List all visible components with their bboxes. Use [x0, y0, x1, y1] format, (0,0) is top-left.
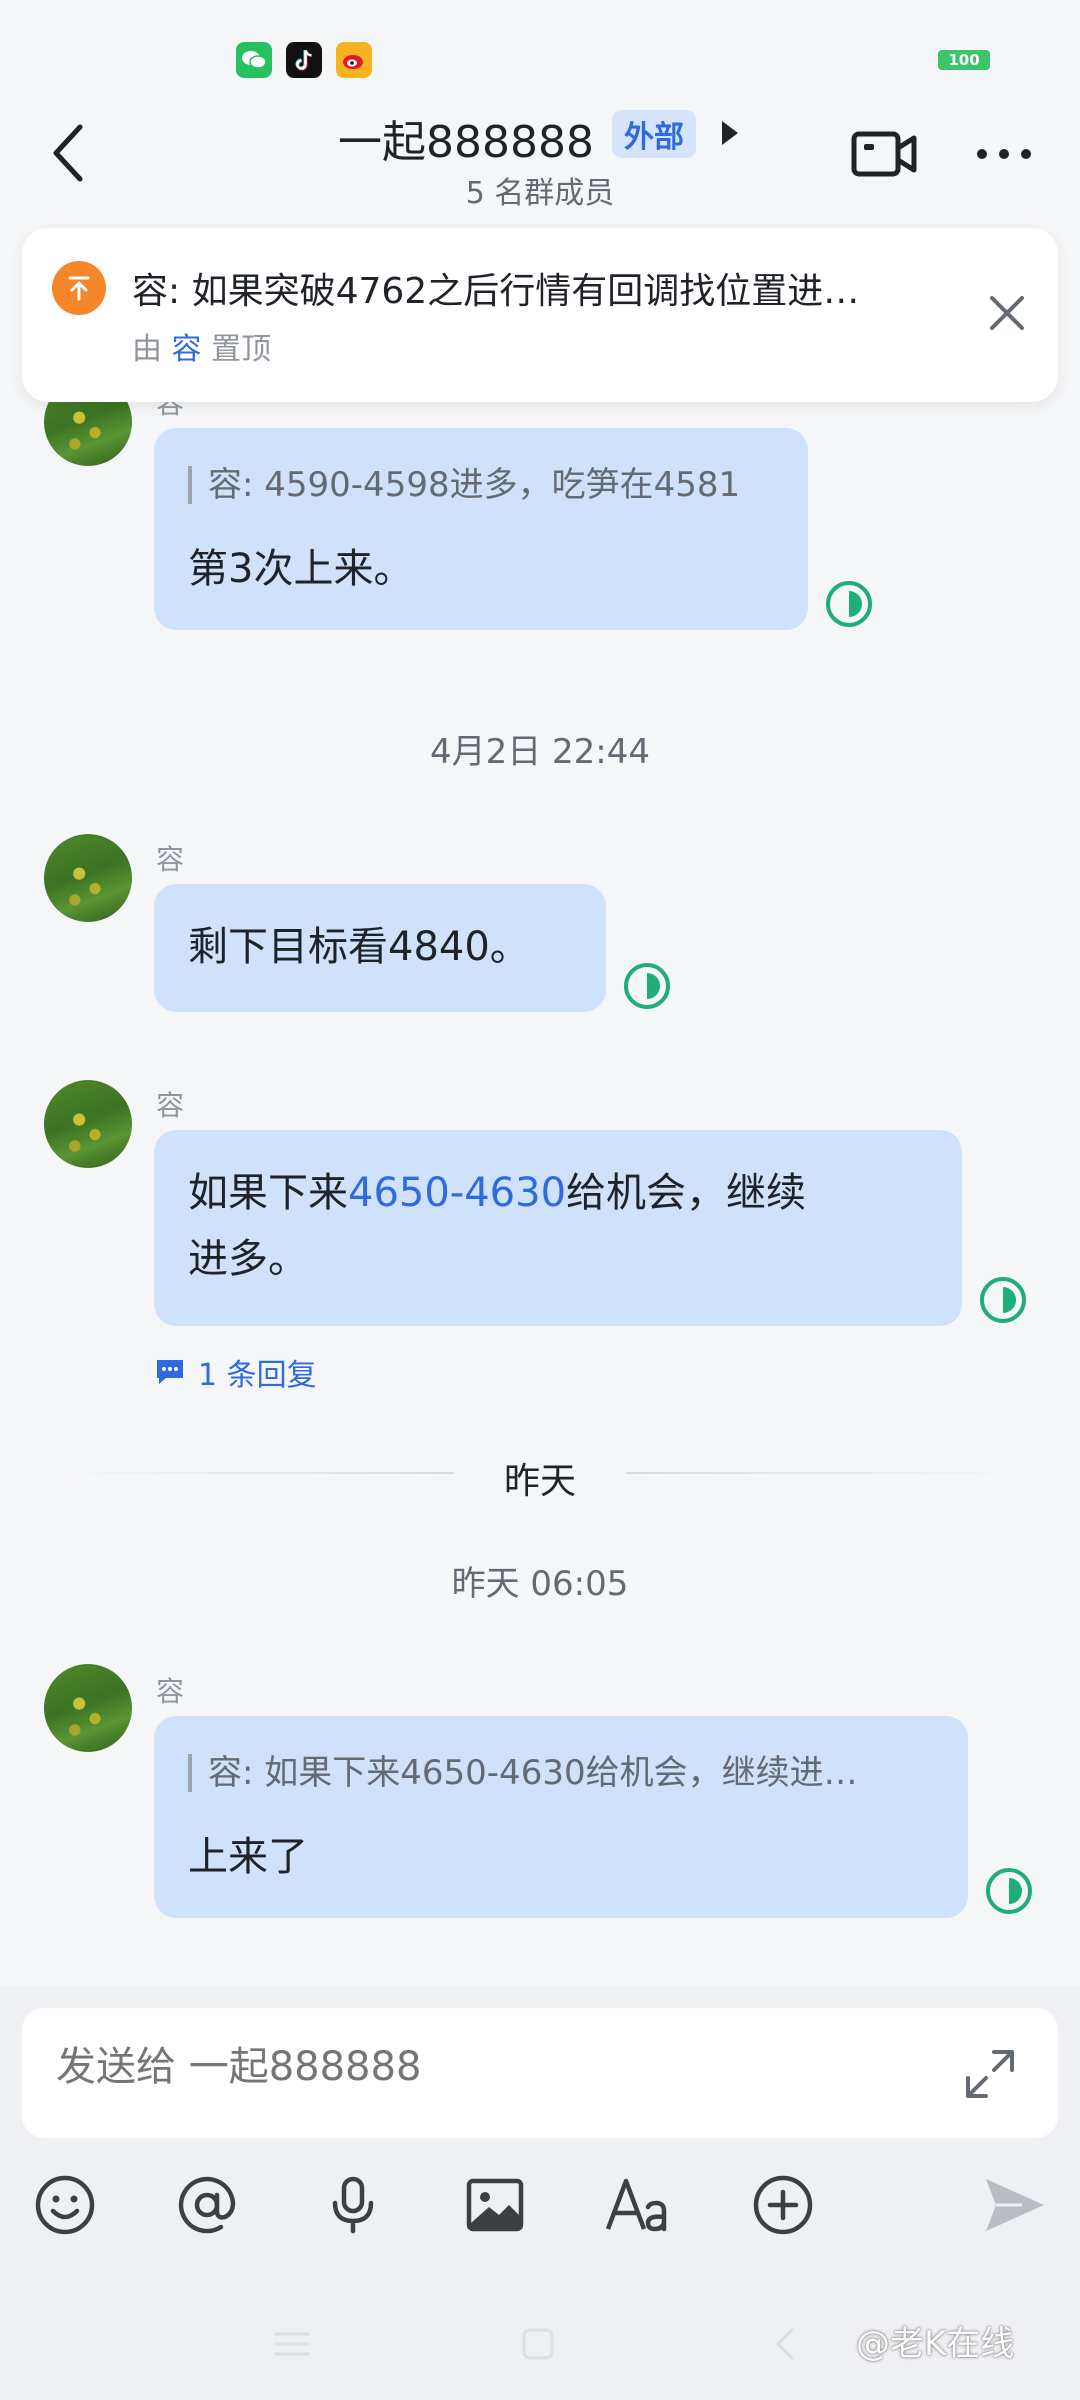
close-icon [990, 296, 1024, 330]
text-format-icon [605, 2178, 667, 2232]
image-button[interactable] [460, 2170, 530, 2240]
message-bubble[interactable]: 容: 4590-4598进多，吃笋在4581 第3次上来。 [154, 428, 808, 630]
message-bubble[interactable]: 剩下目标看4840。 [154, 884, 606, 1012]
caret-right-icon[interactable] [718, 118, 742, 148]
message-text: 第3次上来。 [188, 546, 414, 592]
menu-nav-icon[interactable] [270, 2322, 314, 2366]
video-camera-icon [851, 131, 917, 177]
comment-icon [157, 1360, 183, 1384]
mention-icon [178, 2176, 236, 2234]
battery-indicator: 100 [938, 50, 990, 70]
sender-name: 容 [156, 1089, 185, 1122]
message-text-part: 如果下来 [188, 1170, 348, 1216]
avatar[interactable] [44, 1080, 132, 1168]
read-status-icon[interactable] [978, 1275, 1028, 1325]
date-divider: 昨天 [503, 1461, 576, 1502]
expand-input-button[interactable] [960, 2044, 1020, 2104]
more-horizontal-icon [977, 149, 1031, 159]
sender-name: 容 [156, 843, 185, 876]
read-status-icon[interactable] [984, 1866, 1034, 1916]
timestamp: 昨天 06:05 [451, 1564, 629, 1604]
weibo-icon [336, 42, 372, 78]
video-call-button[interactable] [850, 126, 920, 182]
send-icon [986, 2179, 1044, 2231]
status-bar [0, 0, 1080, 100]
avatar[interactable] [44, 834, 132, 922]
add-icon [753, 2175, 813, 2235]
quoted-message[interactable]: 容: 如果下来4650-4630给机会，继续进… [188, 1754, 858, 1792]
pinned-by-name[interactable]: 容 [172, 332, 202, 367]
message-text: 上来了 [188, 1834, 308, 1880]
send-button[interactable] [980, 2170, 1050, 2240]
avatar[interactable] [44, 1664, 132, 1752]
pin-icon [52, 261, 106, 315]
chat-title[interactable]: 一起888888 [338, 106, 594, 170]
image-icon [466, 2178, 524, 2232]
back-nav-icon[interactable] [764, 2322, 808, 2366]
sender-name: 容 [156, 1675, 185, 1708]
close-pinned-button[interactable] [982, 288, 1032, 338]
more-button[interactable] [972, 126, 1036, 182]
pinned-text: 容: 如果突破4762之后行情有回调找位置进… [132, 271, 860, 312]
message-text: 如果下来4650-4630给机会，继续 进多。 [188, 1160, 806, 1292]
message-link[interactable]: 4650-4630 [348, 1170, 566, 1216]
home-nav-icon[interactable] [516, 2322, 560, 2366]
message-text-part: 给机会，继续 [566, 1170, 807, 1216]
pinned-by: 由 容 置顶 [132, 324, 271, 368]
message-bubble[interactable]: 如果下来4650-4630给机会，继续 进多。 [154, 1130, 962, 1326]
watermark: @老K在线 [856, 2324, 1015, 2364]
pinned-by-suffix: 置顶 [211, 332, 272, 367]
tiktok-icon [286, 42, 322, 78]
text-format-button[interactable] [604, 2170, 674, 2240]
mention-button[interactable] [172, 2170, 242, 2240]
external-badge: 外部 [612, 110, 696, 158]
read-status-icon[interactable] [622, 961, 672, 1011]
thread-reply-link[interactable]: 1 条回复 [154, 1352, 317, 1393]
reply-count: 1 条回复 [198, 1358, 317, 1393]
pinned-by-prefix: 由 [132, 332, 162, 367]
microphone-icon [332, 2176, 374, 2234]
message-input[interactable] [56, 2044, 916, 2090]
timestamp: 4月2日 22:44 [429, 732, 651, 772]
message-bubble[interactable]: 容: 如果下来4650-4630给机会，继续进… 上来了 [154, 1716, 968, 1918]
wechat-icon [236, 42, 272, 78]
expand-icon [966, 2050, 1014, 2098]
message-text: 剩下目标看4840。 [188, 924, 530, 970]
more-actions-button[interactable] [748, 2170, 818, 2240]
message-text-part: 进多。 [188, 1236, 308, 1282]
emoji-button[interactable] [30, 2170, 100, 2240]
read-status-icon[interactable] [824, 579, 874, 629]
pinned-message-card[interactable]: 容: 如果突破4762之后行情有回调找位置进… 由 容 置顶 [22, 228, 1058, 402]
voice-button[interactable] [318, 2170, 388, 2240]
quoted-message[interactable]: 容: 4590-4598进多，吃笋在4581 [188, 466, 740, 504]
emoji-icon [35, 2175, 95, 2235]
